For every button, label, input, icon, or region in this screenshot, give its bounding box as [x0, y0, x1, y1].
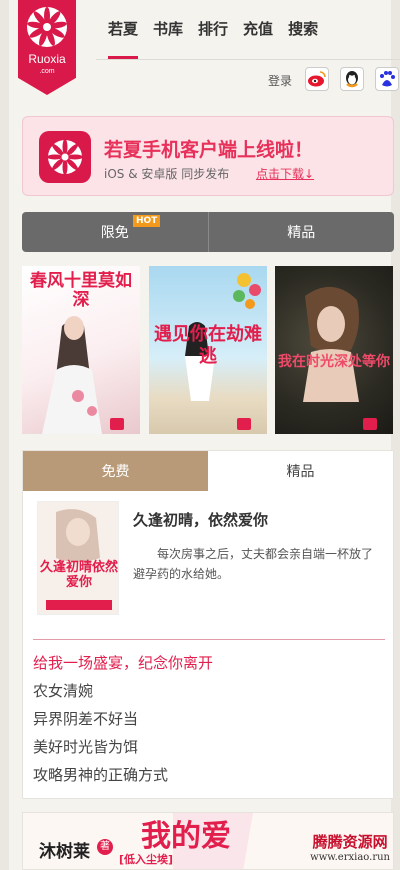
- weibo-icon[interactable]: [305, 67, 329, 91]
- featured-book-title[interactable]: 久逢初晴，依然爱你: [133, 509, 268, 530]
- watermark: 腾腾资源网 www.erxiao.run: [310, 831, 390, 863]
- nav-item-search[interactable]: 搜索: [288, 18, 318, 42]
- nav-divider: [96, 59, 400, 60]
- nav-item-ranking[interactable]: 排行: [198, 18, 228, 42]
- book-list-item[interactable]: 异界阴差不好当: [33, 705, 385, 733]
- list-tabs: 免费 精品: [22, 450, 394, 492]
- page-edge-left: [0, 0, 9, 870]
- tab-premium-list[interactable]: 精品: [208, 451, 393, 491]
- brand-logo[interactable]: Ruoxia .com: [18, 0, 76, 95]
- book-cover[interactable]: 遇见你在劫难逃: [149, 266, 267, 434]
- tab-limited-free[interactable]: 限免 HOT: [22, 212, 208, 252]
- qq-icon[interactable]: [340, 67, 364, 91]
- featured-cover-title: 久逢初晴依然爱你: [39, 560, 118, 590]
- book-list-panel: 久逢初晴依然爱你 久逢初晴，依然爱你 每次房事之后，丈夫都会亲自端一杯放了避孕药…: [22, 491, 394, 799]
- book-list-item[interactable]: 农女清婉: [33, 677, 385, 705]
- cover-title: 春风十里莫如深: [30, 271, 132, 310]
- app-download-banner[interactable]: 若夏手机客户端上线啦！ iOS & 安卓版 同步发布 点击下载↓: [22, 116, 394, 196]
- promo-author: 沐树莱: [39, 842, 90, 862]
- tab-label: 精品: [287, 225, 316, 241]
- cover-illustration: [38, 502, 118, 614]
- cover-illustration: [303, 286, 377, 430]
- list-divider: [33, 639, 385, 640]
- featured-book-cover[interactable]: 久逢初晴依然爱你: [37, 501, 119, 615]
- book-list-item[interactable]: 攻略男神的正确方式: [33, 761, 385, 789]
- free-premium-tabs: 限免 HOT 精品: [22, 212, 394, 252]
- banner-subtitle: iOS & 安卓版 同步发布: [104, 167, 230, 181]
- app-icon: [39, 131, 91, 183]
- watermark-name: 腾腾资源网: [312, 833, 388, 851]
- book-list-item[interactable]: 美好时光皆为饵: [33, 733, 385, 761]
- featured-book-desc: 每次房事之后，丈夫都会亲自端一杯放了避孕药的水给她。: [133, 547, 374, 581]
- tab-premium[interactable]: 精品: [207, 212, 395, 252]
- book-list-item[interactable]: 给我一场盛宴，纪念你离开: [33, 649, 385, 677]
- logo-domain: .com: [39, 68, 55, 75]
- hot-badge: HOT: [133, 215, 161, 227]
- baidu-icon[interactable]: [375, 67, 399, 91]
- login-link[interactable]: 登录: [268, 72, 292, 89]
- cover-title: 我在时光深处等你: [278, 354, 390, 370]
- nav-item-recharge[interactable]: 充值: [243, 18, 273, 42]
- flower-icon: [27, 7, 67, 47]
- nav-item-ruoxia[interactable]: 若夏: [108, 18, 138, 42]
- cover-title: 遇见你在劫难逃: [154, 324, 262, 367]
- tab-label: 限免: [100, 225, 129, 241]
- logo-name: Ruoxia: [28, 52, 66, 66]
- book-list: 给我一场盛宴，纪念你离开 农女清婉 异界阴差不好当 美好时光皆为饵 攻略男神的正…: [33, 649, 385, 789]
- book-cover[interactable]: 春风十里莫如深: [22, 266, 140, 434]
- main-nav: 若夏 书库 排行 充值 搜索: [108, 18, 333, 42]
- watermark-url: www.erxiao.run: [310, 852, 390, 863]
- promo-author-badge: 著: [97, 839, 113, 855]
- book-cover[interactable]: 我在时光深处等你: [275, 266, 393, 434]
- nav-item-library[interactable]: 书库: [153, 18, 183, 42]
- banner-title: 若夏手机客户端上线啦！: [104, 139, 314, 161]
- download-link[interactable]: 点击下载↓: [256, 165, 314, 182]
- tab-free[interactable]: 免费: [23, 451, 208, 491]
- promo-title: 我的爱: [141, 819, 231, 854]
